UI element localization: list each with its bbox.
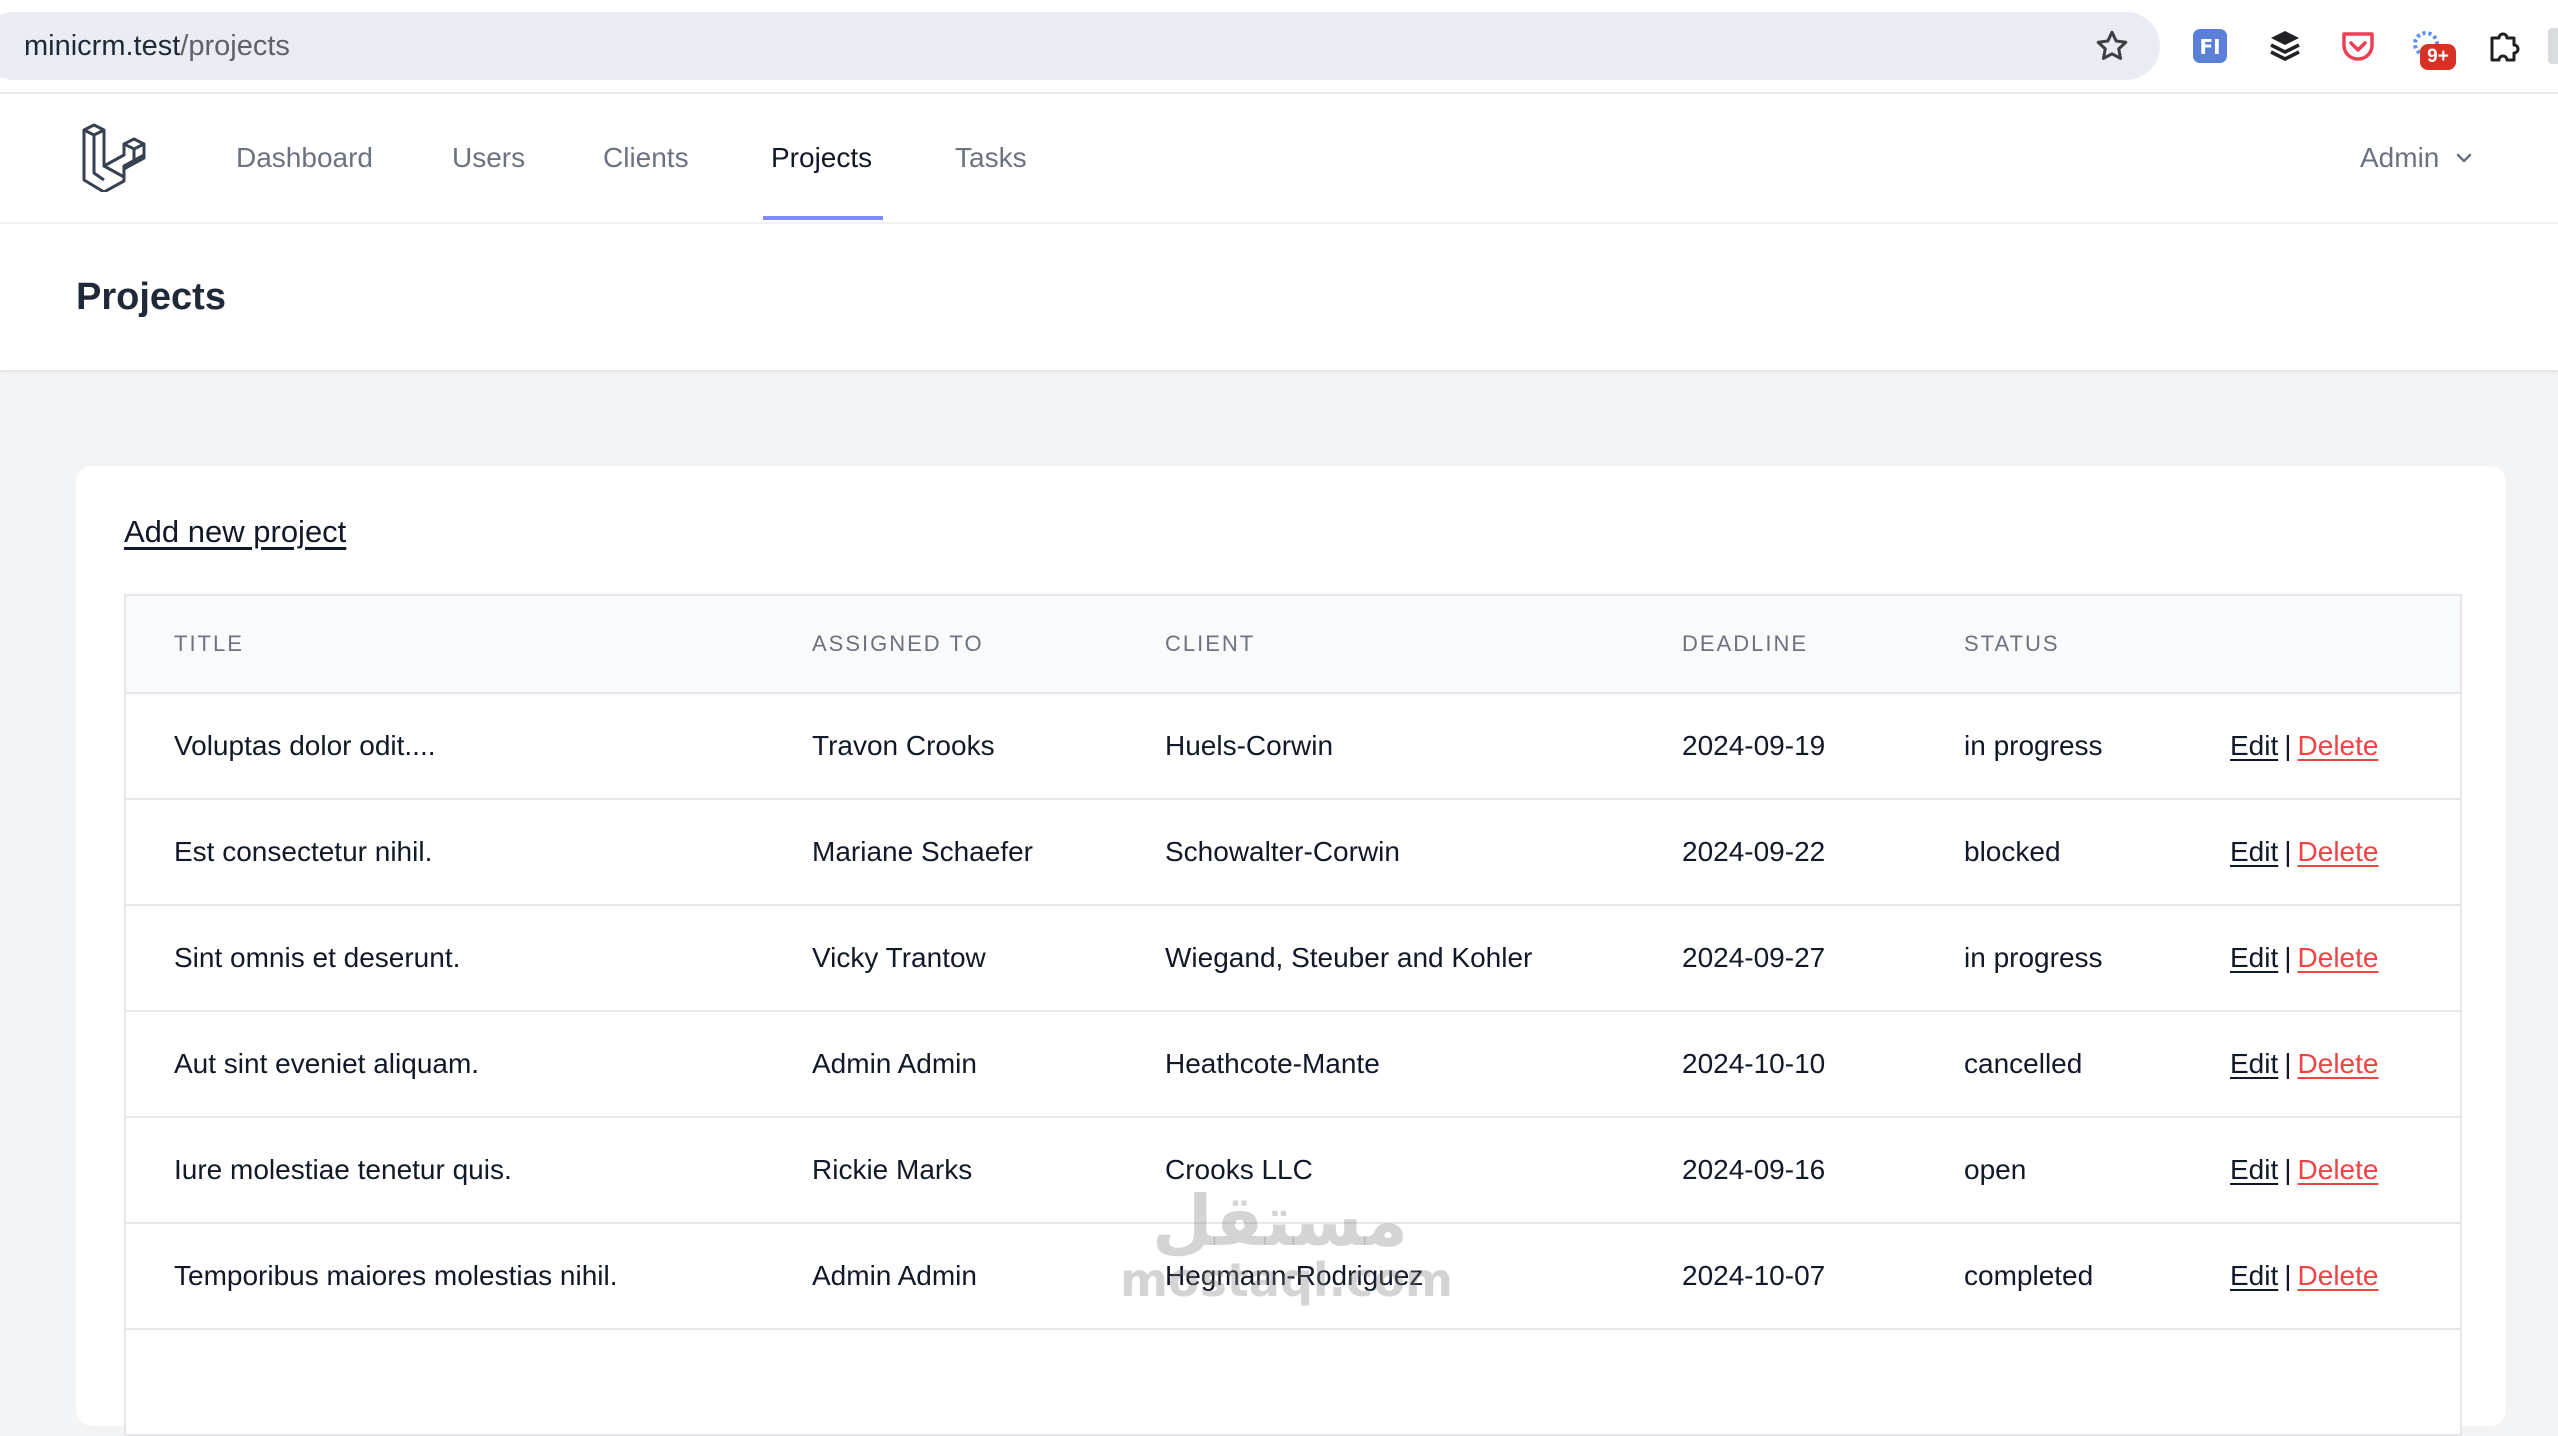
cell-client: Heathcote-Mante [1165, 1048, 1380, 1079]
delete-link[interactable]: Delete [2298, 1154, 2379, 1185]
delete-link[interactable]: Delete [2298, 1260, 2379, 1291]
user-menu-button[interactable]: Admin [2360, 94, 2439, 222]
cell-actions: Edit | Delete [2230, 1118, 2378, 1222]
cell-status: open [1964, 1154, 2027, 1185]
table-row: Temporibus maiores molestias nihil. Admi… [126, 1224, 2460, 1330]
delete-link[interactable]: Delete [2298, 836, 2379, 867]
projects-table: TITLE ASSIGNED TO CLIENT DEADLINE STATUS… [124, 594, 2462, 1436]
cell-assigned-to: Mariane Schaefer [812, 836, 1034, 867]
chevron-down-icon[interactable] [2454, 148, 2474, 168]
bookmark-star-icon[interactable] [2094, 28, 2130, 64]
action-separator: | [2284, 1048, 2292, 1079]
edit-link[interactable]: Edit [2230, 1260, 2278, 1291]
delete-link[interactable]: Delete [2298, 1048, 2379, 1079]
cell-actions: Edit | Delete [2230, 906, 2378, 1010]
cell-assigned-to: Admin Admin [812, 1048, 977, 1079]
extensions-puzzle-icon[interactable] [2484, 26, 2524, 66]
edit-link[interactable]: Edit [2230, 730, 2278, 761]
svg-text:FI: FI [2199, 35, 2220, 59]
app-navigation: Dashboard Users Clients Projects Tasks A… [0, 94, 2558, 224]
action-separator: | [2284, 1154, 2292, 1185]
cell-assigned-to: Admin Admin [812, 1260, 977, 1291]
layers-extension-icon[interactable] [2265, 26, 2305, 66]
table-row: Sint omnis et deserunt. Vicky Trantow Wi… [126, 906, 2460, 1012]
table-row: Iure molestiae tenetur quis. Rickie Mark… [126, 1118, 2460, 1224]
nav-dashboard[interactable]: Dashboard [236, 94, 373, 222]
cell-title: Est consectetur nihil. [174, 836, 433, 867]
table-header: TITLE ASSIGNED TO CLIENT DEADLINE STATUS [126, 596, 2460, 694]
cell-deadline: 2024-09-27 [1682, 942, 1826, 973]
delete-link[interactable]: Delete [2298, 942, 2379, 973]
cell-title: Iure molestiae tenetur quis. [174, 1154, 512, 1185]
page-title: Projects [76, 276, 226, 318]
cell-assigned-to: Rickie Marks [812, 1154, 973, 1185]
action-separator: | [2284, 730, 2292, 761]
cell-actions: Edit | Delete [2230, 1012, 2378, 1116]
table-row [126, 1330, 2460, 1436]
edit-link[interactable]: Edit [2230, 836, 2278, 867]
table-row: Aut sint eveniet aliquam. Admin Admin He… [126, 1012, 2460, 1118]
column-header-assigned-to: ASSIGNED TO [812, 631, 984, 656]
cell-actions: Edit | Delete [2230, 800, 2378, 904]
cell-title: Voluptas dolor odit.... [174, 730, 436, 761]
table-row: Voluptas dolor odit.... Travon Crooks Hu… [126, 694, 2460, 800]
url-path: /projects [180, 30, 290, 62]
delete-link[interactable]: Delete [2298, 730, 2379, 761]
add-new-project-link[interactable]: Add new project [124, 514, 346, 550]
nav-users[interactable]: Users [452, 94, 525, 222]
cell-deadline: 2024-09-19 [1682, 730, 1826, 761]
extension-badge: 9+ [2420, 44, 2456, 70]
column-header-status: STATUS [1964, 631, 2060, 656]
cell-deadline: 2024-10-10 [1682, 1048, 1826, 1079]
nav-tasks[interactable]: Tasks [955, 94, 1027, 222]
cell-client: Crooks LLC [1165, 1154, 1313, 1185]
cell-status: cancelled [1964, 1048, 2083, 1079]
cell-client: Huels-Corwin [1165, 730, 1334, 761]
column-header-title: TITLE [174, 631, 244, 656]
laravel-logo-icon[interactable] [80, 122, 150, 192]
cell-actions: Edit | Delete [2230, 1224, 2378, 1328]
cell-assigned-to: Vicky Trantow [812, 942, 986, 973]
cell-actions: Edit | Delete [2230, 694, 2378, 798]
cell-client: Hegmann-Rodriguez [1165, 1260, 1424, 1291]
action-separator: | [2284, 836, 2292, 867]
cell-deadline: 2024-09-22 [1682, 836, 1826, 867]
cell-status: completed [1964, 1260, 2094, 1291]
edit-link[interactable]: Edit [2230, 942, 2278, 973]
cell-client: Schowalter-Corwin [1165, 836, 1400, 867]
address-bar[interactable] [0, 12, 2160, 80]
nav-projects[interactable]: Projects [771, 94, 872, 222]
cell-client: Wiegand, Steuber and Kohler [1165, 942, 1533, 973]
cell-title: Temporibus maiores molestias nihil. [174, 1260, 618, 1291]
action-separator: | [2284, 942, 2292, 973]
table-row: Est consectetur nihil. Mariane Schaefer … [126, 800, 2460, 906]
url-host: minicrm.test [24, 30, 181, 62]
edit-link[interactable]: Edit [2230, 1048, 2278, 1079]
edit-link[interactable]: Edit [2230, 1154, 2278, 1185]
cell-assigned-to: Travon Crooks [812, 730, 995, 761]
cell-title: Sint omnis et deserunt. [174, 942, 461, 973]
cell-status: blocked [1964, 836, 2061, 867]
cell-status: in progress [1964, 730, 2103, 761]
column-header-client: CLIENT [1165, 631, 1256, 656]
column-header-deadline: DEADLINE [1682, 631, 1809, 656]
url-text[interactable]: minicrm.test/projects [24, 0, 290, 92]
active-nav-indicator [763, 216, 883, 220]
window-edge [2548, 28, 2558, 64]
pocket-extension-icon[interactable] [2338, 26, 2378, 66]
projects-card: Add new project TITLE ASSIGNED TO CLIENT… [76, 466, 2506, 1436]
nav-clients[interactable]: Clients [603, 94, 689, 222]
page-header: Projects [0, 224, 2558, 370]
cell-title: Aut sint eveniet aliquam. [174, 1048, 480, 1079]
translate-extension-icon[interactable]: FI [2190, 26, 2230, 66]
cell-deadline: 2024-09-16 [1682, 1154, 1826, 1185]
cell-deadline: 2024-10-07 [1682, 1260, 1826, 1291]
cell-status: in progress [1964, 942, 2103, 973]
browser-toolbar: minicrm.test/projects FI 9+ [0, 0, 2558, 94]
action-separator: | [2284, 1260, 2292, 1291]
